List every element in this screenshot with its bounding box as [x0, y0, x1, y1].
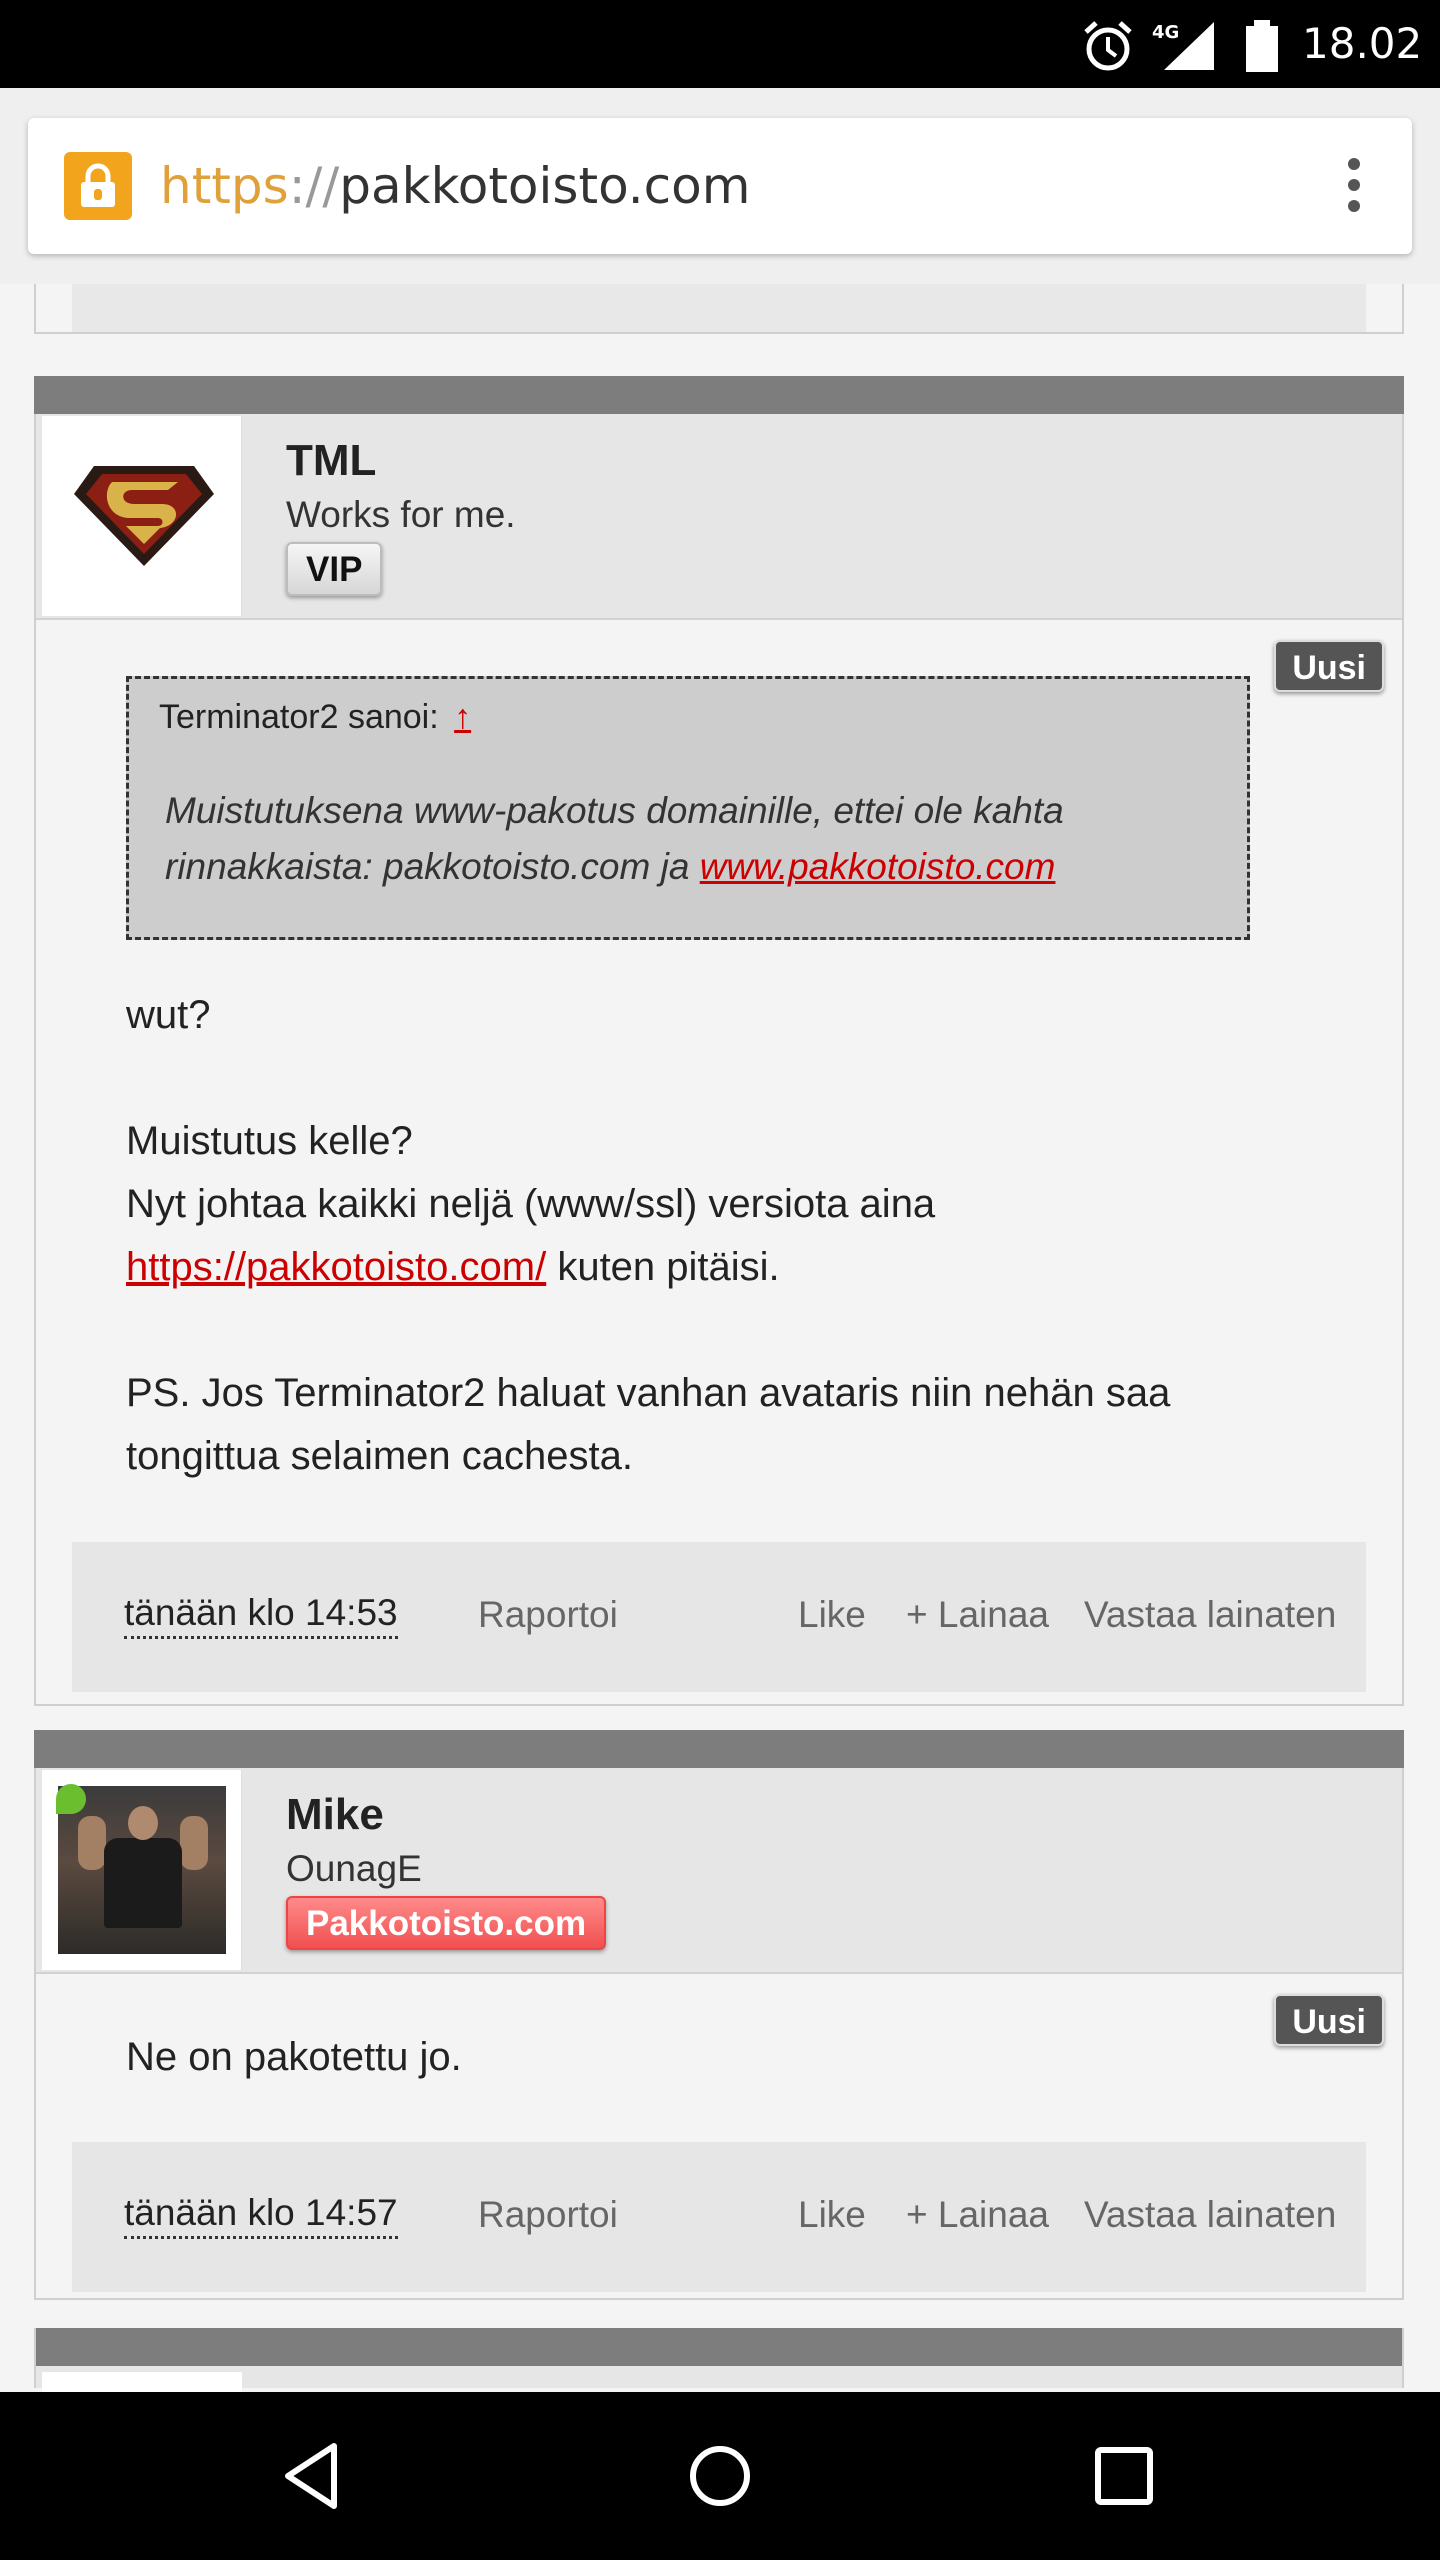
like-link[interactable]: Like — [798, 1590, 866, 1640]
clock: 18.02 — [1302, 19, 1423, 68]
report-link[interactable]: Raportoi — [478, 1590, 618, 1640]
message-link[interactable]: https://pakkotoisto.com/ — [126, 1245, 546, 1289]
quote-source-link[interactable]: ↑ — [454, 698, 471, 736]
new-badge: Uusi — [1274, 640, 1384, 692]
post-header-bar — [34, 1730, 1404, 1768]
author-title: OunagE — [286, 1848, 422, 1889]
browser-toolbar: https://pakkotoisto.com — [0, 88, 1440, 284]
quote-author: Terminator2 sanoi: — [159, 698, 439, 736]
quote-block: Terminator2 sanoi: ↑ Muistutuksena www-p… — [126, 676, 1250, 940]
quote-header: Terminator2 sanoi: ↑ — [159, 695, 471, 739]
role-badge: Pakkotoisto.com — [286, 1896, 607, 1950]
reply-with-quote-link[interactable]: Vastaa lainaten — [1084, 1590, 1336, 1640]
overflow-menu-icon[interactable] — [1344, 158, 1364, 214]
avatar-photo — [58, 1786, 226, 1954]
post-tml: TML Works for me. VIP Uusi Terminator2 s… — [34, 376, 1404, 1706]
author-name[interactable]: Mike — [286, 1788, 384, 1842]
post-footer: tänään klo 14:53 Raportoi Like + Lainaa … — [72, 1542, 1366, 1692]
navigation-bar — [0, 2392, 1440, 2560]
message-text: wut? Muistutus kelle? Nyt johtaa kaikki … — [126, 993, 1171, 1478]
post-timestamp[interactable]: tänään klo 14:53 — [124, 1590, 398, 1639]
url-scheme: https — [160, 157, 289, 215]
url-separator: :// — [288, 157, 340, 215]
reply-with-quote-link[interactable]: Vastaa lainaten — [1084, 2190, 1336, 2240]
role-badge: VIP — [286, 542, 383, 596]
quote-link-button[interactable]: + Lainaa — [906, 1590, 1049, 1640]
avatar[interactable] — [42, 416, 242, 616]
quote-link[interactable]: www.pakkotoisto.com — [700, 846, 1056, 887]
message-text: Ne on pakotettu jo. — [126, 2035, 462, 2079]
back-icon[interactable] — [276, 2436, 356, 2516]
post-footer: tänään klo 14:57 Raportoi Like + Lainaa … — [72, 2142, 1366, 2292]
report-link[interactable]: Raportoi — [478, 2190, 618, 2240]
author-title: Works for me. — [286, 494, 516, 535]
address-bar[interactable]: https://pakkotoisto.com — [28, 118, 1412, 254]
post-timestamp[interactable]: tänään klo 14:57 — [124, 2190, 398, 2239]
post-header-bar — [34, 376, 1404, 414]
author-info: Mike OunagE Pakkotoisto.com — [36, 1768, 1402, 1974]
signal-icon: 4G — [1152, 22, 1214, 70]
url-text[interactable]: https://pakkotoisto.com — [160, 154, 750, 218]
alarm-icon — [1084, 21, 1132, 71]
author-name[interactable]: TML — [286, 434, 376, 488]
previous-post-footer — [34, 284, 1404, 334]
avatar[interactable] — [42, 1770, 242, 1970]
lock-icon[interactable] — [64, 152, 132, 220]
like-link[interactable]: Like — [798, 2190, 866, 2240]
url-host: pakkotoisto.com — [339, 157, 751, 215]
network-type: 4G — [1152, 22, 1179, 43]
status-bar: 4G 18.02 — [0, 0, 1440, 88]
superman-logo-icon — [74, 466, 214, 566]
battery-icon — [1246, 20, 1278, 72]
author-info: TML Works for me. VIP — [36, 414, 1402, 620]
recent-apps-icon[interactable] — [1084, 2436, 1164, 2516]
online-status-icon — [56, 1784, 86, 1814]
next-post-header — [34, 2328, 1404, 2392]
thread-content: TML Works for me. VIP Uusi Terminator2 s… — [0, 284, 1440, 2392]
home-icon[interactable] — [680, 2436, 760, 2516]
quote-link-button[interactable]: + Lainaa — [906, 2190, 1049, 2240]
quote-text: Muistutuksena www-pakotus domainille, et… — [165, 790, 1064, 887]
post-mike: Mike OunagE Pakkotoisto.com Uusi Ne on p… — [34, 1730, 1404, 2300]
